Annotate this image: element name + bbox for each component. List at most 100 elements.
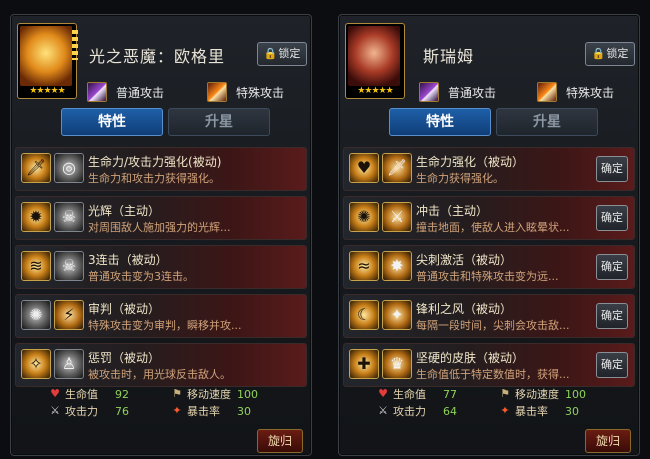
stat-atk: ⚔ 攻击力 76	[49, 403, 129, 419]
stat-move-label: 移动速度	[515, 388, 559, 401]
stat-crit-value: 30	[565, 404, 579, 418]
stat-move-label: 移动速度	[187, 388, 231, 401]
skill-row[interactable]: ✧ ♙ 惩罚（被动） 被攻击时，用光球反击敌人。	[15, 343, 307, 387]
light-orb-icon: ✧	[21, 349, 51, 379]
confirm-button[interactable]: 确定	[596, 352, 628, 378]
tab-traits[interactable]: 特性	[61, 108, 163, 136]
skill-title: 尖刺激活（被动）	[416, 253, 513, 267]
target-icon: ◎	[54, 153, 84, 183]
confirm-button[interactable]: 确定	[596, 303, 628, 329]
skill-desc: 生命力获得强化。	[416, 172, 504, 185]
skill-row[interactable]: ≈ ✸ 尖刺激活（被动） 普通攻击和特殊攻击变为远... 确定	[343, 245, 635, 289]
confirm-button[interactable]: 确定	[596, 254, 628, 280]
skull-icon: ☠	[54, 251, 84, 281]
sword-up-icon: 🗡	[382, 153, 412, 183]
normal-attack-label: 普通攻击	[116, 85, 165, 100]
tab-star-up[interactable]: 升星	[168, 108, 270, 136]
burst-icon: ✸	[382, 251, 412, 281]
skill-title: 惩罚（被动）	[88, 351, 161, 365]
stat-atk: ⚔ 攻击力 64	[377, 403, 457, 419]
triple-slash-icon: ≋	[21, 251, 51, 281]
skill-desc: 普通攻击和特殊攻击变为远...	[416, 270, 559, 283]
normal-attack-icon	[87, 82, 107, 102]
skill-list: ♥ 🗡 生命力强化（被动） 生命力获得强化。 确定 ✺ ⚔ 冲击（主动） 撞击地…	[343, 147, 635, 392]
skill-title: 锋利之风（被动）	[416, 302, 513, 316]
skill-row[interactable]: ✚ ♛ 坚硬的皮肤（被动） 生命值低于特定数值时，获得... 确定	[343, 343, 635, 387]
crit-icon: ✦	[500, 404, 510, 417]
lock-button[interactable]: 🔒锁定	[257, 42, 307, 66]
stat-atk-value: 76	[115, 404, 129, 418]
special-attack: 特殊攻击	[207, 81, 284, 103]
hero-portrait[interactable]: ★★★★★	[345, 23, 405, 99]
skill-row[interactable]: 🗡 ◎ 生命力/攻击力强化(被动) 生命力和攻击力获得强化。	[15, 147, 307, 191]
tab-star-up[interactable]: 升星	[496, 108, 598, 136]
confirm-button[interactable]: 确定	[596, 156, 628, 182]
skill-row[interactable]: ☾ ✦ 锋利之风（被动） 每隔一段时间，尖刺会攻击敌... 确定	[343, 294, 635, 338]
demon-face-icon: ☠	[54, 202, 84, 232]
stat-atk-value: 64	[443, 404, 457, 418]
stat-move: ⚑ 移动速度 100	[499, 386, 586, 402]
stat-crit: ✦ 暴击率 30	[499, 403, 579, 419]
confirm-button[interactable]: 确定	[596, 205, 628, 231]
hero-name: 斯瑞姆	[423, 47, 475, 66]
special-attack-icon	[207, 82, 227, 102]
special-attack-label: 特殊攻击	[236, 85, 285, 100]
shield-cross-icon: ✚	[349, 349, 379, 379]
skill-desc: 对周围敌人施加强力的光辉...	[88, 221, 231, 234]
tab-traits[interactable]: 特性	[389, 108, 491, 136]
flame-ring-icon: ✦	[382, 300, 412, 330]
sword-up-icon: 🗡	[21, 153, 51, 183]
boot-icon: ⚑	[172, 387, 182, 400]
skill-row[interactable]: ✹ ☠ 光辉（主动） 对周围敌人施加强力的光辉...	[15, 196, 307, 240]
stat-move-value: 100	[237, 387, 258, 401]
normal-attack: 普通攻击	[87, 81, 164, 103]
hero-portrait[interactable]: ★★★★★	[17, 23, 78, 99]
stat-move: ⚑ 移动速度 100	[171, 386, 258, 402]
revert-button[interactable]: 旋归	[585, 429, 631, 453]
skill-title: 生命力/攻击力强化(被动)	[88, 155, 222, 169]
normal-attack-icon	[419, 82, 439, 102]
spike-wave-icon: ≈	[349, 251, 379, 281]
skill-row[interactable]: ≋ ☠ 3连击（被动） 普通攻击变为3连击。	[15, 245, 307, 289]
skill-desc: 被攻击时，用光球反击敌人。	[88, 368, 231, 381]
skill-row[interactable]: ✺ ⚡ 审判（被动） 特殊攻击变为审判，瞬移并攻...	[15, 294, 307, 338]
spike-crown-icon: ♛	[382, 349, 412, 379]
normal-attack-label: 普通攻击	[448, 85, 497, 100]
star-rating: ★★★★★	[29, 86, 65, 96]
stat-hp: ♥ 生命值 77	[377, 386, 457, 402]
dragon-claw-icon: ⚔	[382, 202, 412, 232]
beast-icon: ⚡	[54, 300, 84, 330]
rank-bar-icon	[72, 30, 78, 60]
stat-crit: ✦ 暴击率 30	[171, 403, 251, 419]
stat-crit-value: 30	[237, 404, 251, 418]
judgment-icon: ✺	[21, 300, 51, 330]
stat-hp-value: 92	[115, 387, 129, 401]
stats-block: ♥ 生命值 92 ⚑ 移动速度 100 ⚔ 攻击力 76 ✦ 暴击率 30	[49, 386, 289, 420]
skill-row[interactable]: ✺ ⚔ 冲击（主动） 撞击地面，使敌人进入眩晕状... 确定	[343, 196, 635, 240]
stat-crit-label: 暴击率	[187, 405, 220, 418]
stat-hp: ♥ 生命值 92	[49, 386, 129, 402]
sunburst-icon: ✹	[21, 202, 51, 232]
skill-title: 光辉（主动）	[88, 204, 161, 218]
heart-figure-icon: ♥	[349, 153, 379, 183]
tab-bar: 特性 升星	[61, 108, 275, 136]
heart-icon: ♥	[378, 387, 388, 400]
lock-label: 锁定	[278, 47, 301, 60]
skill-row[interactable]: ♥ 🗡 生命力强化（被动） 生命力获得强化。 确定	[343, 147, 635, 191]
skill-title: 3连击（被动）	[88, 253, 168, 267]
skill-desc: 生命力和攻击力获得强化。	[88, 172, 220, 185]
stats-block: ♥ 生命值 77 ⚑ 移动速度 100 ⚔ 攻击力 64 ✦ 暴击率 30	[377, 386, 617, 420]
stat-crit-label: 暴击率	[515, 405, 548, 418]
special-attack-label: 特殊攻击	[566, 85, 615, 100]
normal-attack: 普通攻击	[419, 81, 496, 103]
lock-button[interactable]: 🔒锁定	[585, 42, 635, 66]
skill-list: 🗡 ◎ 生命力/攻击力强化(被动) 生命力和攻击力获得强化。 ✹ ☠ 光辉（主动…	[15, 147, 307, 392]
star-rating: ★★★★★	[357, 86, 393, 96]
skill-desc: 每隔一段时间，尖刺会攻击敌...	[416, 319, 570, 332]
lock-icon: 🔒	[263, 47, 278, 60]
wind-blade-icon: ☾	[349, 300, 379, 330]
stat-hp-label: 生命值	[393, 388, 426, 401]
hero-panel-left: ★★★★★ 光之恶魔：欧格里 🔒锁定 普通攻击 特殊攻击 特性 升星 🗡 ◎ 生…	[10, 14, 312, 456]
skill-desc: 撞击地面，使敌人进入眩晕状...	[416, 221, 570, 234]
revert-button[interactable]: 旋归	[257, 429, 303, 453]
